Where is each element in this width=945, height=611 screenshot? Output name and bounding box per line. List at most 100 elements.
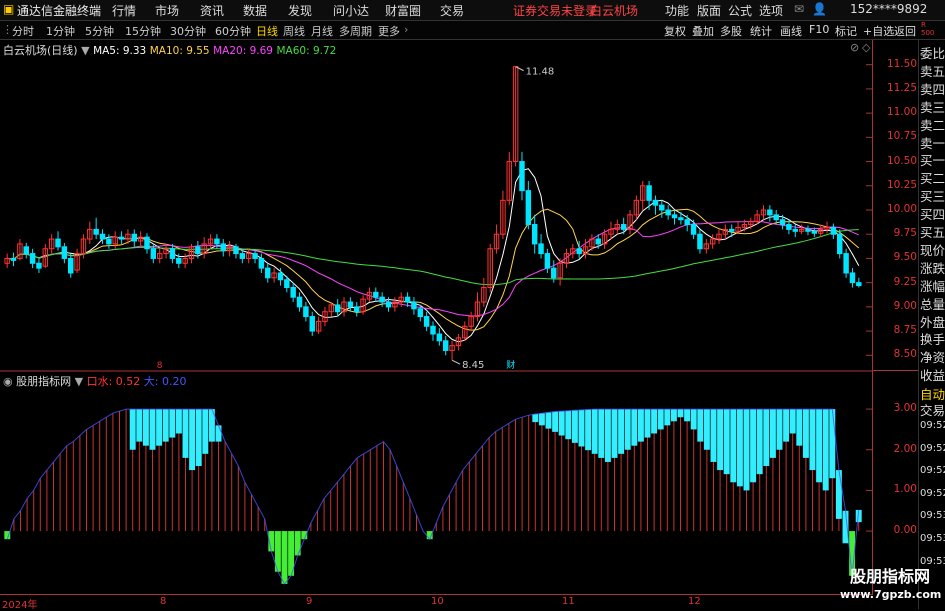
osc-block	[809, 409, 816, 471]
candlestick-chart[interactable]: 11.48 8.45 8 财	[0, 40, 872, 370]
candle	[201, 237, 207, 259]
menu-formula[interactable]: 公式	[728, 2, 752, 19]
candle-body	[442, 340, 449, 351]
candle	[137, 231, 144, 247]
candle-body	[385, 301, 392, 308]
period-monthly[interactable]: 月线	[311, 23, 333, 39]
chevron-right-icon[interactable]: ›	[404, 23, 408, 36]
period-weekly[interactable]: 周线	[283, 23, 305, 39]
osc-block	[618, 409, 625, 454]
candle	[455, 334, 462, 351]
candle-body	[265, 267, 271, 279]
menu-data[interactable]: 数据	[243, 2, 267, 19]
btn-mark[interactable]: 标记	[835, 23, 857, 39]
login-status[interactable]: 证券交易未登录	[513, 2, 597, 19]
indicator-tick: 1.00	[893, 483, 917, 496]
candle	[620, 217, 627, 235]
price-tick: 9.00	[893, 299, 917, 312]
candle-body	[678, 217, 684, 221]
btn-adjust[interactable]: 复权	[664, 23, 686, 39]
indicator-dropdown-icon[interactable]: ▼	[75, 375, 83, 388]
quote-field-label: 换手	[920, 332, 945, 348]
candle-body	[169, 248, 176, 259]
osc-block	[644, 409, 651, 438]
menu-layout[interactable]: 版面	[697, 2, 721, 19]
auto-trade-toggle[interactable]: 自动	[920, 387, 945, 403]
menu-options[interactable]: 选项	[759, 2, 783, 19]
osc-block	[611, 409, 618, 458]
candle	[392, 297, 398, 312]
menu-function[interactable]: 功能	[665, 2, 689, 19]
candle-body	[728, 228, 735, 232]
osc-block	[717, 409, 724, 471]
period-15min[interactable]: 15分钟	[125, 23, 161, 39]
high-price-label: 11.48	[526, 67, 555, 78]
account-id[interactable]: 152****9892	[850, 2, 927, 16]
candle	[290, 282, 296, 303]
candle	[512, 66, 519, 167]
candle	[341, 297, 347, 317]
period-tick[interactable]: 分时	[12, 23, 34, 39]
candle-body	[99, 233, 106, 240]
candle-body	[697, 233, 703, 250]
menu-trade[interactable]: 交易	[440, 2, 464, 19]
osc-block	[578, 409, 585, 447]
period-more[interactable]: 更多	[378, 23, 400, 39]
period-daily[interactable]: 日线	[256, 23, 278, 39]
candle-body	[805, 228, 811, 232]
osc-block	[202, 409, 209, 454]
btn-multi-stock[interactable]: 多股	[720, 23, 742, 39]
candle	[17, 239, 23, 261]
menu-ask-xiaoda[interactable]: 问小达	[333, 2, 369, 19]
tick-time: 09:52	[920, 487, 945, 499]
panel-tab-r-icon[interactable]: R 500	[921, 21, 934, 37]
menu-discover[interactable]: 发现	[288, 2, 312, 19]
indicator-chart[interactable]	[0, 398, 872, 593]
indicator-tick: 0.00	[893, 524, 917, 537]
candle	[29, 248, 36, 269]
candle	[538, 234, 544, 259]
candle	[156, 248, 163, 264]
btn-add-favorite[interactable]: +自选	[863, 23, 894, 39]
user-icon[interactable]: 👤	[812, 2, 827, 16]
indicator-toggle-icon[interactable]: ◉	[3, 375, 13, 388]
quote-field-label: 外盘	[920, 314, 945, 330]
candle-body	[10, 257, 17, 261]
menu-wealth-circle[interactable]: 财富圈	[385, 2, 421, 19]
candle-body	[195, 246, 201, 255]
watermark-title: 股朋指标网	[849, 567, 930, 586]
candle-body	[531, 224, 538, 245]
candle	[373, 287, 379, 303]
candle-body	[773, 214, 779, 221]
quote-field-label: 卖二	[920, 117, 945, 133]
period-5min[interactable]: 5分钟	[85, 23, 114, 39]
period-60min[interactable]: 60分钟	[215, 23, 251, 39]
pane-divider	[0, 370, 872, 372]
candle-body	[68, 257, 74, 274]
quote-field-label: 买三	[920, 189, 945, 205]
mail-icon[interactable]: ✉	[794, 2, 804, 16]
btn-back[interactable]: 返回	[894, 23, 916, 39]
candle	[652, 195, 659, 215]
candle	[61, 242, 68, 264]
period-1min[interactable]: 1分钟	[46, 23, 75, 39]
price-tick: 11.25	[886, 81, 917, 94]
menu-news[interactable]: 资讯	[200, 2, 224, 19]
period-30min[interactable]: 30分钟	[170, 23, 206, 39]
btn-draw[interactable]: 画线	[780, 23, 802, 39]
menu-market[interactable]: 市场	[155, 2, 179, 19]
menu-quotes[interactable]: 行情	[112, 2, 136, 19]
btn-overlay[interactable]: 叠加	[692, 23, 714, 39]
period-multi[interactable]: 多周期	[339, 23, 372, 39]
trade-label[interactable]: 交易	[920, 403, 945, 419]
btn-f10[interactable]: F10	[809, 23, 829, 36]
candle-body	[309, 316, 315, 332]
candle	[245, 248, 252, 264]
candle	[423, 311, 430, 332]
osc-block	[156, 409, 163, 446]
candle	[531, 214, 538, 254]
btn-stats[interactable]: 统计	[750, 23, 772, 39]
candle-body	[404, 296, 411, 303]
candle-body	[258, 257, 265, 269]
osc-block	[565, 410, 572, 440]
